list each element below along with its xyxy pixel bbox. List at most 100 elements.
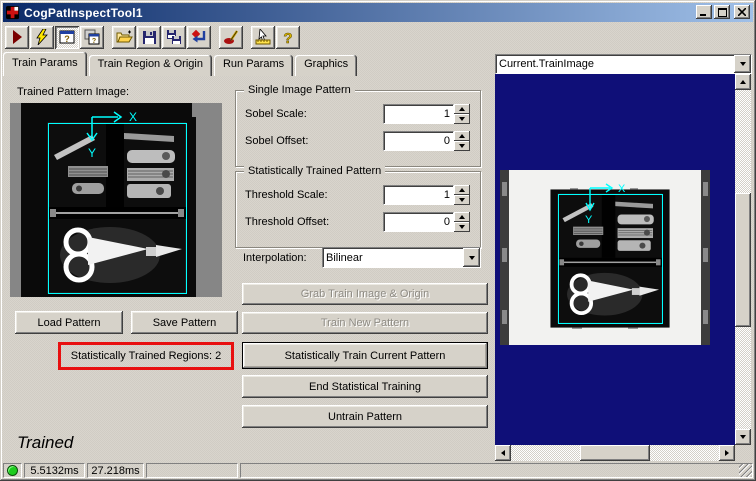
sobel-offset-spinner	[454, 131, 470, 151]
paintbrush-icon	[223, 30, 238, 44]
tab-run-params[interactable]: Run Params	[213, 55, 294, 76]
reset-button[interactable]	[187, 25, 211, 49]
train-state-text: Trained	[17, 433, 74, 452]
trained-pattern-image-display: X Y	[10, 103, 222, 297]
spin-up-button[interactable]	[454, 212, 470, 222]
interactive-graphics-button[interactable]	[251, 25, 275, 49]
untrain-pattern-button[interactable]: Untrain Pattern	[242, 405, 488, 428]
pointer-ruler-icon	[255, 29, 270, 45]
status-led-panel	[3, 463, 22, 478]
interpolation-value: Bilinear	[326, 251, 363, 264]
threshold-scale-label: Threshold Scale:	[245, 189, 328, 201]
cogpatinspect-window: CogPatInspectTool1 ? ? ? Train Params Tr…	[0, 0, 756, 481]
tool-window-icon: ?	[59, 30, 75, 44]
arrow-up-icon	[740, 80, 746, 84]
single-image-pattern-group: Single Image Pattern	[235, 84, 481, 167]
maximize-button[interactable]	[714, 5, 730, 19]
vertical-scrollbar[interactable]	[735, 74, 751, 445]
sobel-offset-input[interactable]: 0	[383, 131, 454, 151]
sobel-scale-spinner	[454, 104, 470, 124]
combo-dropdown-button[interactable]	[463, 248, 480, 267]
single-image-pattern-title: Single Image Pattern	[244, 84, 355, 96]
horizontal-scroll-thumb[interactable]	[580, 445, 650, 461]
scroll-left-button[interactable]	[495, 445, 511, 461]
scroll-up-button[interactable]	[735, 74, 751, 90]
spin-down-button[interactable]	[454, 114, 470, 124]
graphics-button[interactable]	[219, 25, 243, 49]
threshold-offset-input[interactable]: 0	[383, 212, 454, 232]
close-button[interactable]	[734, 5, 750, 19]
statistically-train-current-pattern-button[interactable]: Statistically Train Current Pattern	[242, 342, 488, 369]
spin-down-button[interactable]	[454, 222, 470, 232]
tab-train-region-origin[interactable]: Train Region & Origin	[88, 55, 212, 76]
threshold-scale-input[interactable]: 1	[383, 185, 454, 205]
open-folder-icon	[116, 30, 133, 43]
end-statistical-training-button[interactable]: End Statistical Training	[242, 375, 488, 398]
spin-down-button[interactable]	[454, 141, 470, 151]
scroll-down-button[interactable]	[735, 429, 751, 445]
train-image-viewport[interactable]: X Y	[495, 74, 735, 445]
run-button[interactable]	[5, 25, 29, 49]
spin-down-button[interactable]	[454, 195, 470, 205]
status-empty-panel	[240, 463, 753, 478]
vertical-scroll-thumb[interactable]	[735, 193, 751, 327]
regions-annotation-box: Statistically Trained Regions: 2	[58, 342, 234, 370]
green-led-icon	[7, 465, 18, 476]
tab-train-params[interactable]: Train Params	[3, 52, 87, 76]
play-icon	[13, 30, 22, 44]
save-file-button[interactable]	[137, 25, 161, 49]
maximize-icon	[717, 7, 727, 17]
status-timer2: 27.218ms	[87, 463, 144, 478]
chevron-down-icon	[468, 255, 475, 260]
help-button[interactable]: ?	[276, 25, 300, 49]
tab-graphics[interactable]: Graphics	[295, 55, 358, 76]
trigger-button[interactable]	[30, 25, 54, 49]
pattern-axis-x-label: X	[129, 110, 137, 124]
help-icon: ?	[283, 30, 293, 45]
open-file-button[interactable]	[112, 25, 136, 49]
combo-dropdown-button[interactable]	[734, 55, 751, 73]
train-image-photo: X Y	[500, 170, 710, 345]
status-timer1: 5.5132ms	[24, 463, 85, 478]
sobel-scale-label: Sobel Scale:	[245, 108, 307, 120]
viewer-axis-x-label: X	[618, 183, 626, 195]
interpolation-label: Interpolation:	[243, 252, 307, 264]
save-floppy-icon	[142, 30, 156, 44]
spin-up-button[interactable]	[454, 185, 470, 195]
threshold-scale-spinner	[454, 185, 470, 205]
minimize-icon	[700, 14, 706, 16]
toolbar: ? ? ?	[3, 23, 753, 51]
lightning-icon	[36, 29, 48, 45]
grab-train-image-button[interactable]: Grab Train Image & Origin	[242, 283, 488, 305]
sobel-scale-input[interactable]: 1	[383, 104, 454, 124]
threshold-offset-spinner	[454, 212, 470, 232]
tool-window-copy-icon: ?	[84, 29, 100, 45]
minimize-button[interactable]	[696, 5, 712, 19]
interpolation-combobox[interactable]: Bilinear	[322, 247, 481, 268]
train-new-pattern-button[interactable]: Train New Pattern	[242, 312, 488, 334]
spin-up-button[interactable]	[454, 104, 470, 114]
copy-tool-button[interactable]: ?	[80, 25, 104, 49]
image-source-value: Current.TrainImage	[499, 58, 594, 70]
save-pattern-button[interactable]: Save Pattern	[131, 311, 238, 334]
image-source-combobox[interactable]: Current.TrainImage	[495, 54, 752, 74]
pattern-axis-y-label: Y	[88, 146, 96, 160]
titlebar: CogPatInspectTool1	[3, 3, 753, 22]
show-tool-window-button[interactable]: ?	[55, 25, 79, 49]
statistically-trained-regions-text: Statistically Trained Regions: 2	[70, 350, 222, 362]
window-title: CogPatInspectTool1	[24, 5, 143, 20]
load-pattern-button[interactable]: Load Pattern	[15, 311, 123, 334]
statistically-trained-pattern-group: Statistically Trained Pattern	[235, 165, 481, 248]
reset-arrow-icon	[191, 29, 206, 43]
arrow-left-icon	[501, 450, 505, 456]
tab-strip: Train Params Train Region & Origin Run P…	[3, 52, 359, 76]
resize-grip[interactable]	[739, 464, 752, 477]
svg-text:?: ?	[283, 30, 292, 45]
status-empty-panel	[146, 463, 238, 478]
spin-up-button[interactable]	[454, 131, 470, 141]
scroll-right-button[interactable]	[719, 445, 735, 461]
horizontal-scrollbar[interactable]	[495, 445, 735, 461]
trained-pattern-image: X Y	[21, 103, 222, 297]
save-as-button[interactable]	[162, 25, 186, 49]
statistically-trained-pattern-title: Statistically Trained Pattern	[244, 165, 386, 177]
